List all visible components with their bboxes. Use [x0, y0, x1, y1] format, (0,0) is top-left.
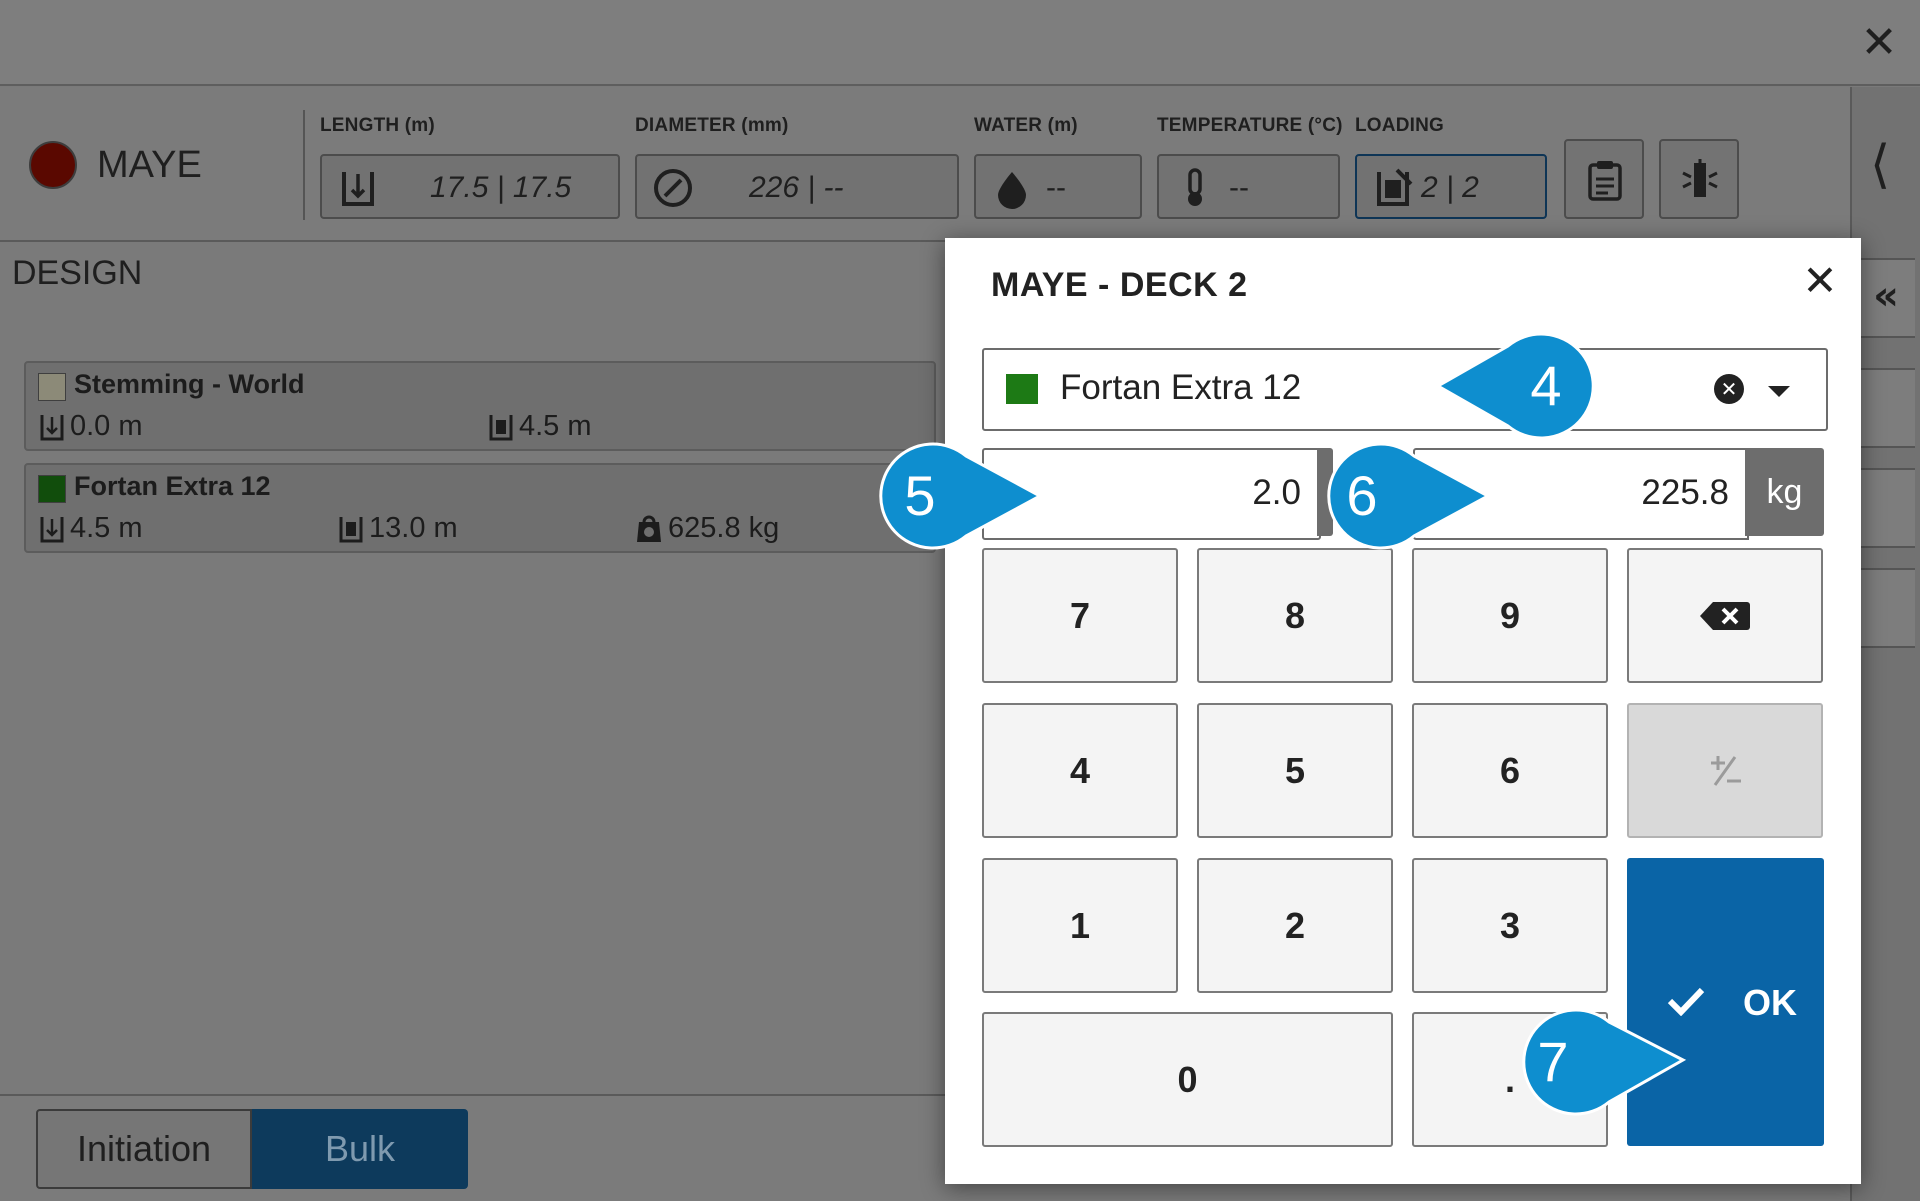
deck-length-icon: [339, 516, 363, 542]
length-metric[interactable]: 17.5 | 17.5: [320, 154, 620, 219]
double-chevron-left-icon[interactable]: «: [1855, 258, 1915, 338]
deck-material-name: Stemming - World: [74, 369, 305, 399]
chevron-down-icon[interactable]: [1768, 386, 1790, 397]
deck-card-stemming[interactable]: Stemming - World 0.0 m 4.5 m: [24, 361, 936, 451]
deck-top-depth: 4.5 m: [38, 512, 143, 545]
mode-bulk-button[interactable]: Bulk: [252, 1109, 468, 1189]
callout-5: 5: [858, 442, 1044, 552]
dialog-title: MAYE - DECK 2: [991, 266, 1248, 304]
deck-bottom-depth: 13.0 m: [337, 512, 458, 545]
thermometer-icon: [1188, 168, 1202, 206]
deck-weight-value: 225.8: [1641, 473, 1729, 512]
callout-6-label: 6: [1346, 464, 1378, 527]
callout-4-label: 4: [1530, 354, 1562, 417]
scale-weight-icon: [637, 515, 661, 542]
notes-button[interactable]: [1564, 139, 1644, 219]
side-tab[interactable]: [1855, 368, 1915, 448]
hole-name: MAYE: [97, 144, 202, 186]
callout-5-label: 5: [904, 464, 936, 527]
deck-material-name: Fortan Extra 12: [74, 471, 271, 501]
length-label: LENGTH (m): [320, 115, 435, 136]
keypad-2[interactable]: 2: [1197, 858, 1393, 993]
keypad-5[interactable]: 5: [1197, 703, 1393, 838]
title-bar: [0, 0, 1920, 86]
material-color-swatch: [1006, 374, 1038, 404]
callout-4: 4: [1434, 330, 1618, 440]
deck-length-value: 2.0: [1252, 473, 1301, 512]
deck-weight: 625.8 kg: [634, 512, 779, 545]
collapse-panel-icon[interactable]: ⟨: [1870, 135, 1900, 195]
keypad-4[interactable]: 4: [982, 703, 1178, 838]
deck-edit-dialog: MAYE - DECK 2 ✕ Fortan Extra 12 ✕ 2.0 22…: [945, 238, 1861, 1184]
loading-label: LOADING: [1355, 115, 1445, 136]
detonator-button[interactable]: [1659, 139, 1739, 219]
header-divider: [303, 110, 305, 220]
keypad-9[interactable]: 9: [1412, 548, 1608, 683]
callout-6: 6: [1306, 442, 1492, 552]
length-icon: [342, 172, 374, 206]
water-label: WATER (m): [974, 115, 1078, 136]
keypad-6[interactable]: 6: [1412, 703, 1608, 838]
plus-minus-button[interactable]: [1627, 703, 1823, 838]
keypad-8[interactable]: 8: [1197, 548, 1393, 683]
side-tab[interactable]: [1855, 568, 1915, 648]
callout-7: 7: [1501, 1008, 1687, 1120]
plus-minus-icon: [1711, 756, 1741, 786]
temperature-value: --: [1229, 171, 1249, 204]
material-color-swatch: [38, 475, 66, 503]
mode-initiation-button[interactable]: Initiation: [36, 1109, 252, 1189]
deck-top-depth: 0.0 m: [38, 410, 143, 443]
loading-icon: [1377, 168, 1413, 206]
design-title: DESIGN: [12, 254, 143, 292]
deck-bottom-depth: 4.5 m: [487, 410, 592, 443]
diameter-value: 226 | --: [749, 171, 844, 204]
clipboard-icon: [1588, 161, 1622, 201]
diameter-label: DIAMETER (mm): [635, 115, 789, 136]
keypad-7[interactable]: 7: [982, 548, 1178, 683]
length-value: 17.5 | 17.5: [430, 171, 572, 204]
deck-card-fortan[interactable]: Fortan Extra 12 4.5 m 13.0 m 625.8 kg: [24, 463, 936, 553]
weight-unit-label: kg: [1745, 448, 1824, 536]
ok-label: OK: [1743, 982, 1797, 1023]
keypad-1[interactable]: 1: [982, 858, 1178, 993]
temperature-metric[interactable]: --: [1157, 154, 1340, 219]
window-close-icon[interactable]: ✕: [1854, 18, 1904, 68]
dialog-close-icon[interactable]: ✕: [1795, 256, 1845, 306]
diameter-metric[interactable]: 226 | --: [635, 154, 959, 219]
callout-7-label: 7: [1537, 1030, 1569, 1093]
water-value: --: [1046, 171, 1066, 204]
diameter-icon: [654, 169, 692, 207]
deck-length-icon: [489, 414, 513, 440]
keypad-3[interactable]: 3: [1412, 858, 1608, 993]
status-indicator: [29, 141, 77, 189]
loading-value: 2 | 2: [1421, 171, 1479, 204]
keypad-0[interactable]: 0: [982, 1012, 1393, 1147]
length-icon: [40, 414, 64, 440]
clear-selection-icon[interactable]: ✕: [1714, 374, 1744, 404]
length-icon: [40, 516, 64, 542]
side-tab[interactable]: [1855, 468, 1915, 548]
material-color-swatch: [38, 373, 66, 401]
temperature-label: TEMPERATURE (°C): [1157, 115, 1343, 136]
backspace-button[interactable]: [1627, 548, 1823, 683]
material-select[interactable]: Fortan Extra 12 ✕: [982, 348, 1828, 431]
backspace-icon: [1700, 602, 1750, 630]
water-drop-icon: [998, 172, 1026, 209]
water-metric[interactable]: --: [974, 154, 1142, 219]
loading-metric[interactable]: 2 | 2: [1355, 154, 1547, 219]
detonator-icon: [1682, 159, 1718, 197]
material-select-value: Fortan Extra 12: [1060, 368, 1302, 407]
